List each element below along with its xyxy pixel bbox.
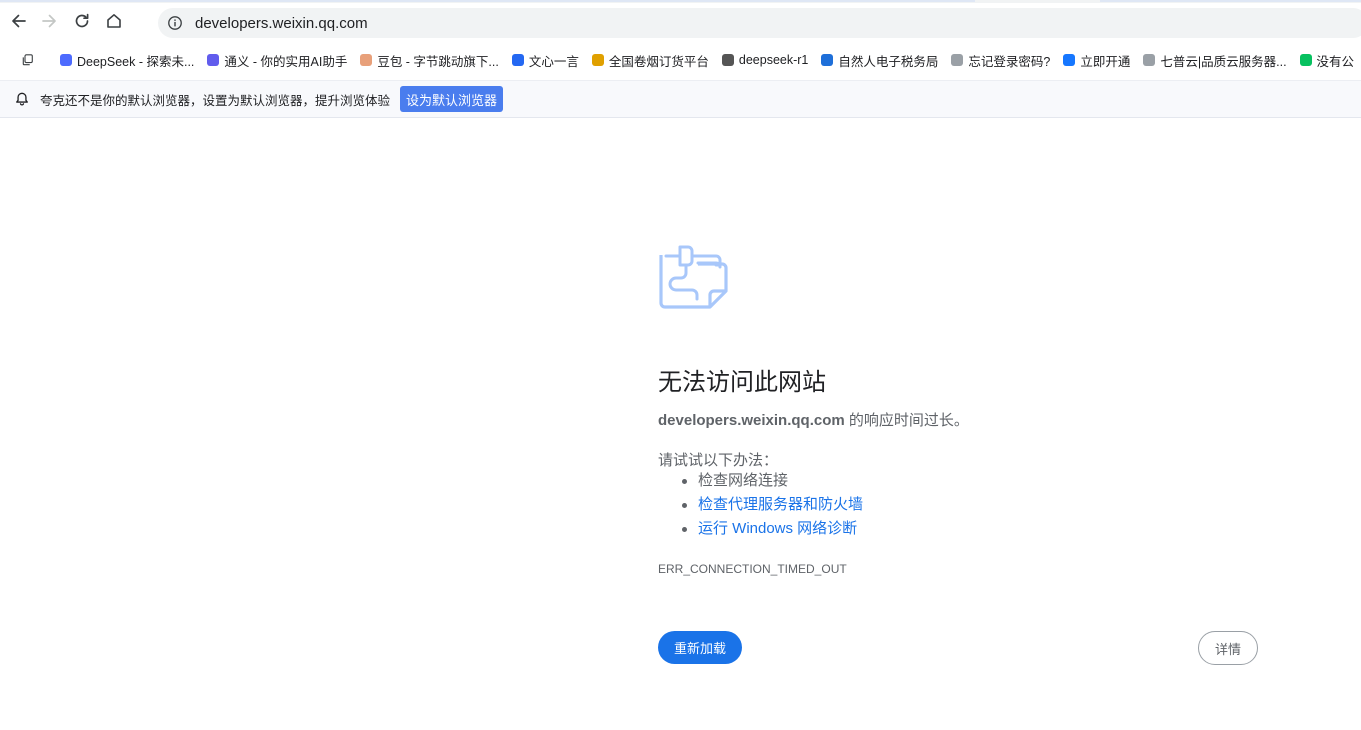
- error-code: ERR_CONNECTION_TIMED_OUT: [658, 562, 847, 576]
- wenxin-icon: [511, 54, 524, 66]
- refresh-icon: [75, 13, 89, 28]
- disconnected-plug-icon: [658, 243, 730, 311]
- error-description: developers.weixin.qq.com 的响应时间过长。: [658, 409, 969, 430]
- error-host: developers.weixin.qq.com: [658, 412, 845, 429]
- bookmark-item[interactable]: 通义 - 你的实用AI助手: [207, 51, 347, 70]
- infobar-message: 夸克还不是你的默认浏览器，设置为默认浏览器，提升浏览体验: [40, 93, 391, 108]
- robot-icon: [721, 54, 734, 66]
- suggestions-heading: 请试试以下办法：: [658, 452, 779, 469]
- suggestion-check-network: 检查网络连接: [681, 472, 863, 496]
- wechat-icon: [1299, 54, 1312, 66]
- bell-icon: [14, 91, 30, 107]
- home-button[interactable]: [100, 7, 128, 35]
- suggestions-list: 检查网络连接 检查代理服务器和防火墙 运行 Windows 网络诊断: [681, 472, 863, 544]
- set-default-browser-button[interactable]: 设为默认浏览器: [400, 86, 504, 112]
- arrow-left-icon: [12, 14, 26, 28]
- c-icon: [591, 54, 604, 66]
- bookmark-label: 豆包 - 字节跳动旗下...: [377, 54, 499, 69]
- address-bar[interactable]: developers.weixin.qq.com: [158, 8, 1361, 38]
- bookmark-label: deepseek-r1: [738, 53, 809, 67]
- url-text[interactable]: developers.weixin.qq.com: [195, 15, 368, 32]
- bookmark-item[interactable]: DeepSeek - 探索未...: [60, 51, 194, 70]
- bookmark-list: DeepSeek - 探索未... 通义 - 你的实用AI助手 豆包 - 字节跳动旗…: [60, 51, 1361, 70]
- whale-icon: [60, 54, 72, 66]
- globe-icon: [1143, 54, 1156, 66]
- bookmark-label: 七普云|品质云服务器...: [1160, 54, 1287, 69]
- bookmark-item[interactable]: 没有公: [1299, 51, 1355, 70]
- suggestion-network-diagnostics-link[interactable]: 运行 Windows 网络诊断: [681, 520, 863, 544]
- bookmark-label: DeepSeek - 探索未...: [77, 54, 195, 69]
- bookmark-label: 忘记登录密码?: [968, 54, 1051, 69]
- tongyi-icon: [207, 54, 220, 66]
- bookmark-label: 自然人电子税务局: [838, 54, 939, 69]
- bookmark-item[interactable]: 立即开通: [1063, 51, 1130, 70]
- site-info-icon[interactable]: [166, 14, 184, 32]
- bookmark-item[interactable]: deepseek-r1: [721, 53, 809, 67]
- reload-button[interactable]: 重新加载: [658, 631, 742, 664]
- arrow-right-icon: [42, 14, 56, 28]
- error-title: 无法访问此网站: [658, 369, 826, 396]
- bookmark-label: 文心一言: [528, 54, 579, 69]
- bookmark-label: 通义 - 你的实用AI助手: [224, 54, 348, 69]
- tax-icon: [821, 54, 834, 66]
- inactive-tab-edge: [1100, 0, 1361, 2]
- bookmarks-bar: DeepSeek - 探索未... 通义 - 你的实用AI助手 豆包 - 字节跳动旗…: [0, 41, 1361, 79]
- tab-list-icon[interactable]: [22, 53, 34, 67]
- bookmark-item[interactable]: 全国卷烟订货平台: [591, 51, 709, 70]
- error-description-suffix: 的响应时间过长。: [844, 412, 969, 429]
- globe-icon: [951, 54, 964, 66]
- reload-page-button[interactable]: [68, 7, 96, 35]
- bookmark-label: 没有公: [1316, 54, 1355, 69]
- bookmark-item[interactable]: 豆包 - 字节跳动旗下...: [360, 51, 499, 70]
- suggestion-check-proxy-link[interactable]: 检查代理服务器和防火墙: [681, 496, 863, 520]
- active-tab-edge: [0, 0, 975, 2]
- home-icon: [107, 14, 121, 28]
- doubao-icon: [360, 54, 373, 66]
- bookmark-item[interactable]: 忘记登录密码?: [951, 51, 1050, 70]
- navigation-toolbar: developers.weixin.qq.com: [0, 3, 1361, 41]
- details-button[interactable]: 详情: [1198, 631, 1258, 665]
- bookmark-label: 立即开通: [1080, 54, 1131, 69]
- back-button[interactable]: [5, 7, 33, 35]
- forward-button[interactable]: [35, 7, 63, 35]
- bookmark-item[interactable]: 七普云|品质云服务器...: [1143, 51, 1287, 70]
- bookmark-item[interactable]: 文心一言: [511, 51, 579, 70]
- alipay-icon: [1063, 54, 1076, 66]
- default-browser-infobar: 夸克还不是你的默认浏览器，设置为默认浏览器，提升浏览体验 设为默认浏览器: [0, 80, 1361, 118]
- bookmark-item[interactable]: 自然人电子税务局: [821, 51, 938, 70]
- bookmark-label: 全国卷烟订货平台: [608, 54, 709, 69]
